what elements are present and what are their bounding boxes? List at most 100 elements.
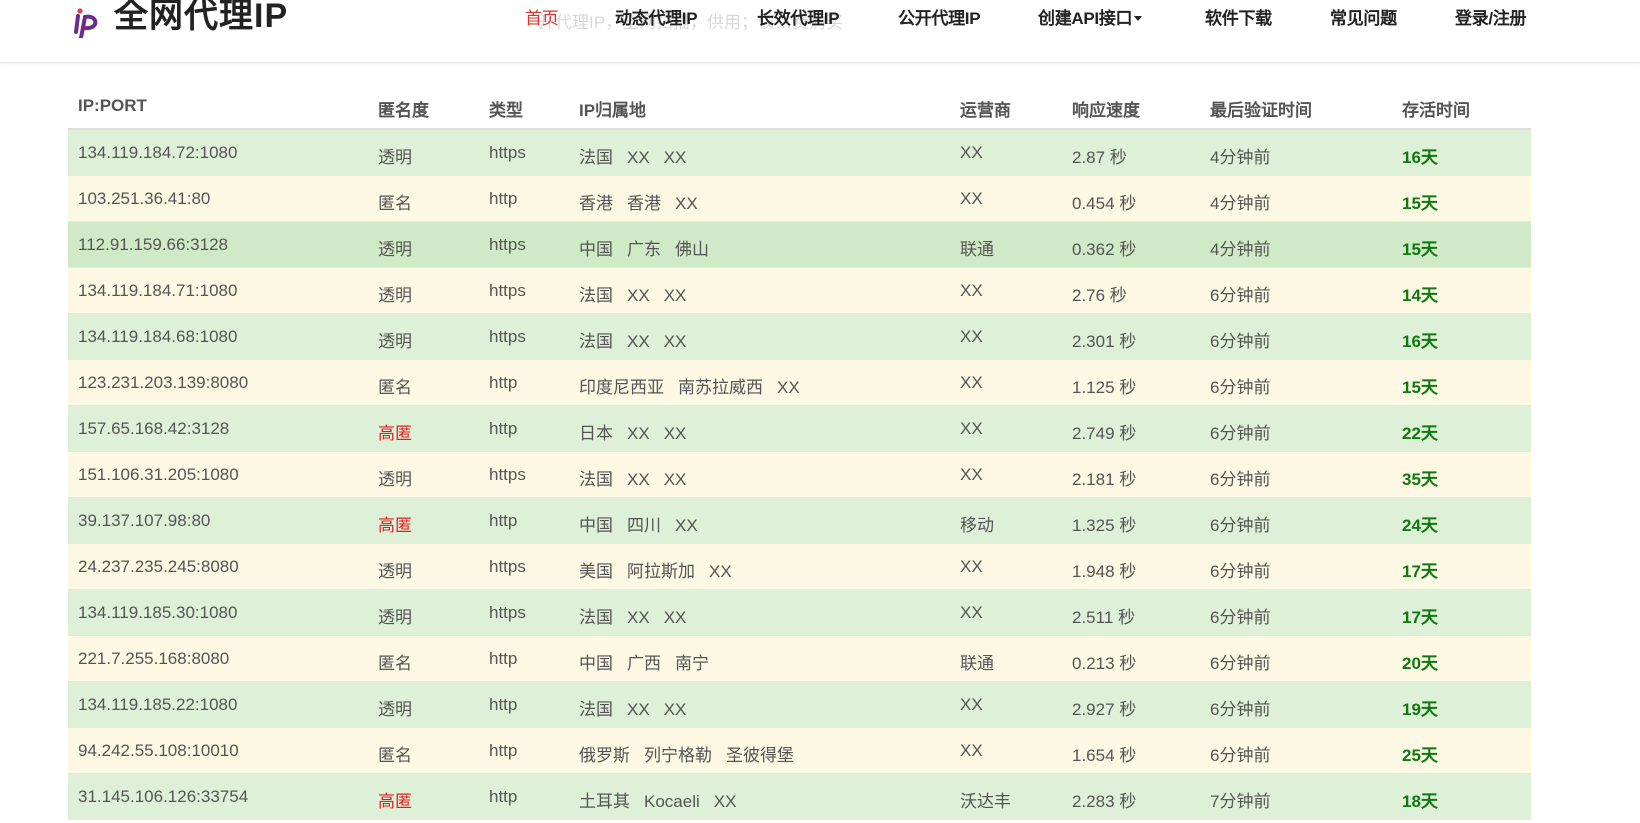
table-row[interactable]: 134.119.184.68:1080 透明 https 法国 XX XX XX 2.301 … <box>68 314 1531 360</box>
location-part: 法国 <box>579 700 613 719</box>
table-row[interactable]: 221.7.255.168:8080 匿名 http 中国 广西 南宁 联通 0.213 秒 6… <box>68 636 1531 682</box>
table-row[interactable]: 134.119.184.72:1080 透明 https 法国 XX XX XX 2.87 秒… <box>68 130 1531 176</box>
cell-location: 俄罗斯 列宁格勒 圣彼得堡 <box>579 741 808 766</box>
cell-isp: 联通 <box>960 654 994 673</box>
cell-alive-time: 15天 <box>1402 378 1438 397</box>
cell-anonymity: 匿名 <box>378 194 412 213</box>
nav-long-term-proxy[interactable]: 长效代理IP <box>757 4 840 29</box>
nav-public-proxy[interactable]: 公开代理IP <box>898 4 981 29</box>
cell-speed: 2.301 秒 <box>1072 332 1137 351</box>
cell-speed: 2.76 秒 <box>1072 286 1127 305</box>
cell-last-verified: 4分钟前 <box>1210 240 1271 259</box>
cell-last-verified: 7分钟前 <box>1210 792 1271 811</box>
cell-ip-port: 134.119.185.22:1080 <box>78 695 238 714</box>
cell-speed: 1.654 秒 <box>1072 746 1137 765</box>
cell-location: 中国 广西 南宁 <box>579 649 723 674</box>
cell-isp: XX <box>960 741 983 760</box>
cell-speed: 2.749 秒 <box>1072 424 1137 443</box>
cell-isp: 联通 <box>960 240 994 259</box>
table-row[interactable]: 134.119.185.22:1080 透明 http 法国 XX XX XX 2.927 秒… <box>68 682 1531 728</box>
col-type: 类型 <box>489 101 523 120</box>
cell-anonymity: 高匿 <box>378 792 412 811</box>
location-part: 日本 <box>579 424 613 443</box>
chevron-down-icon <box>1134 15 1143 21</box>
location-part: XX <box>627 148 650 167</box>
col-isp: 运营商 <box>960 101 1011 120</box>
cell-anonymity: 透明 <box>378 286 412 305</box>
proxy-table: IP:PORT 匿名度 类型 IP归属地 运营商 响应速度 最后验证时间 存活时… <box>68 86 1531 820</box>
table-row[interactable]: 134.119.185.30:1080 透明 https 法国 XX XX XX 2.511 … <box>68 590 1531 636</box>
location-part: XX <box>675 194 698 213</box>
cell-speed: 0.454 秒 <box>1072 194 1137 213</box>
table-row[interactable]: 157.65.168.42:3128 高匿 http 日本 XX XX XX 2.749 秒 6… <box>68 406 1531 452</box>
nav-home[interactable]: 首页 <box>525 4 559 29</box>
location-part: 圣彼得堡 <box>726 746 794 765</box>
nav-login-register[interactable]: 登录/注册 <box>1455 4 1527 29</box>
location-part: 四川 <box>627 516 661 535</box>
table-row[interactable]: 134.119.184.71:1080 透明 https 法国 XX XX XX 2.76 秒… <box>68 268 1531 314</box>
cell-location: 法国 XX XX <box>579 603 700 628</box>
location-part: 美国 <box>579 562 613 581</box>
table-row[interactable]: 94.242.55.108:10010 匿名 http 俄罗斯 列宁格勒 圣彼得堡 XX 1.… <box>68 728 1531 774</box>
table-row[interactable]: 103.251.36.41:80 匿名 http 香港 香港 XX XX 0.454 秒 4分钟… <box>68 176 1531 222</box>
location-part: XX <box>663 424 687 443</box>
col-last-verified: 最后验证时间 <box>1210 101 1312 120</box>
cell-speed: 2.87 秒 <box>1072 148 1127 167</box>
cell-speed: 2.927 秒 <box>1072 700 1137 719</box>
nav-faq[interactable]: 常见问题 <box>1330 4 1397 29</box>
cell-isp: XX <box>960 419 983 438</box>
cell-speed: 0.362 秒 <box>1072 240 1137 259</box>
location-part: 阿拉斯加 <box>627 562 695 581</box>
cell-isp: 移动 <box>960 516 994 535</box>
cell-speed: 1.325 秒 <box>1072 516 1137 535</box>
cell-anonymity: 高匿 <box>378 424 412 443</box>
brand-logo[interactable]: 全网代理IP <box>72 0 288 40</box>
col-ip-port: IP:PORT <box>78 96 147 115</box>
nav-dynamic-proxy[interactable]: 动态代理IP <box>615 4 698 29</box>
cell-isp: 沃达丰 <box>960 792 1011 811</box>
cell-isp: XX <box>960 189 983 208</box>
cell-last-verified: 4分钟前 <box>1210 148 1271 167</box>
table-row[interactable]: 31.145.106.126:33754 高匿 http 土耳其 Kocaeli XX 沃达… <box>68 774 1531 820</box>
site-title: 全网代理IP <box>114 0 289 35</box>
cell-anonymity: 透明 <box>378 608 412 627</box>
location-part: XX <box>627 424 650 443</box>
cell-ip-port: 94.242.55.108:10010 <box>78 741 239 760</box>
nav-software-download[interactable]: 软件下载 <box>1205 4 1272 29</box>
location-part: 中国 <box>579 240 613 259</box>
cell-alive-time: 17天 <box>1402 608 1438 627</box>
cell-type: https <box>489 603 526 622</box>
location-part: 法国 <box>579 470 613 489</box>
table-row[interactable]: 24.237.235.245:8080 透明 https 美国 阿拉斯加 XX XX 1.94… <box>68 544 1531 590</box>
location-part: XX <box>663 286 687 305</box>
table-row[interactable]: 112.91.159.66:3128 透明 https 中国 广东 佛山 联通 0.362 秒… <box>68 222 1531 268</box>
cell-last-verified: 6分钟前 <box>1210 654 1271 673</box>
nav-create-api-label: 创建API接口 <box>1038 9 1133 28</box>
location-part: Kocaeli <box>644 792 700 811</box>
cell-type: http <box>489 373 518 392</box>
cell-ip-port: 123.231.203.139:8080 <box>78 373 249 392</box>
cell-location: 法国 XX XX <box>579 327 700 352</box>
cell-anonymity: 透明 <box>378 148 412 167</box>
cell-location: 日本 XX XX <box>579 419 700 444</box>
col-location: IP归属地 <box>579 101 647 120</box>
col-speed: 响应速度 <box>1072 101 1140 120</box>
cell-anonymity: 透明 <box>378 240 412 259</box>
location-part: 法国 <box>579 286 613 305</box>
cell-speed: 2.181 秒 <box>1072 470 1137 489</box>
table-row[interactable]: 151.106.31.205:1080 透明 https 法国 XX XX XX 2.181 … <box>68 452 1531 498</box>
cell-last-verified: 6分钟前 <box>1210 470 1271 489</box>
cell-anonymity: 透明 <box>378 332 412 351</box>
cell-ip-port: 221.7.255.168:8080 <box>78 649 230 668</box>
nav-create-api[interactable]: 创建API接口 <box>1038 4 1143 29</box>
location-part: 南宁 <box>675 654 709 673</box>
top-header: 全网代理IP 开代理IP，全网扫描，供用；仅…费购买 首页 动态代理IP 长效代… <box>0 0 1640 63</box>
location-part: XX <box>627 286 650 305</box>
table-row[interactable]: 39.137.107.98:80 高匿 http 中国 四川 XX 移动 1.325 秒 6分钟… <box>68 498 1531 544</box>
cell-alive-time: 18天 <box>1402 792 1438 811</box>
location-part: XX <box>663 470 687 489</box>
cell-type: http <box>489 695 518 714</box>
table-row[interactable]: 123.231.203.139:8080 匿名 http 印度尼西亚 南苏拉威西 XX XX… <box>68 360 1531 406</box>
cell-isp: XX <box>960 603 983 622</box>
location-part: 广西 <box>627 654 661 673</box>
